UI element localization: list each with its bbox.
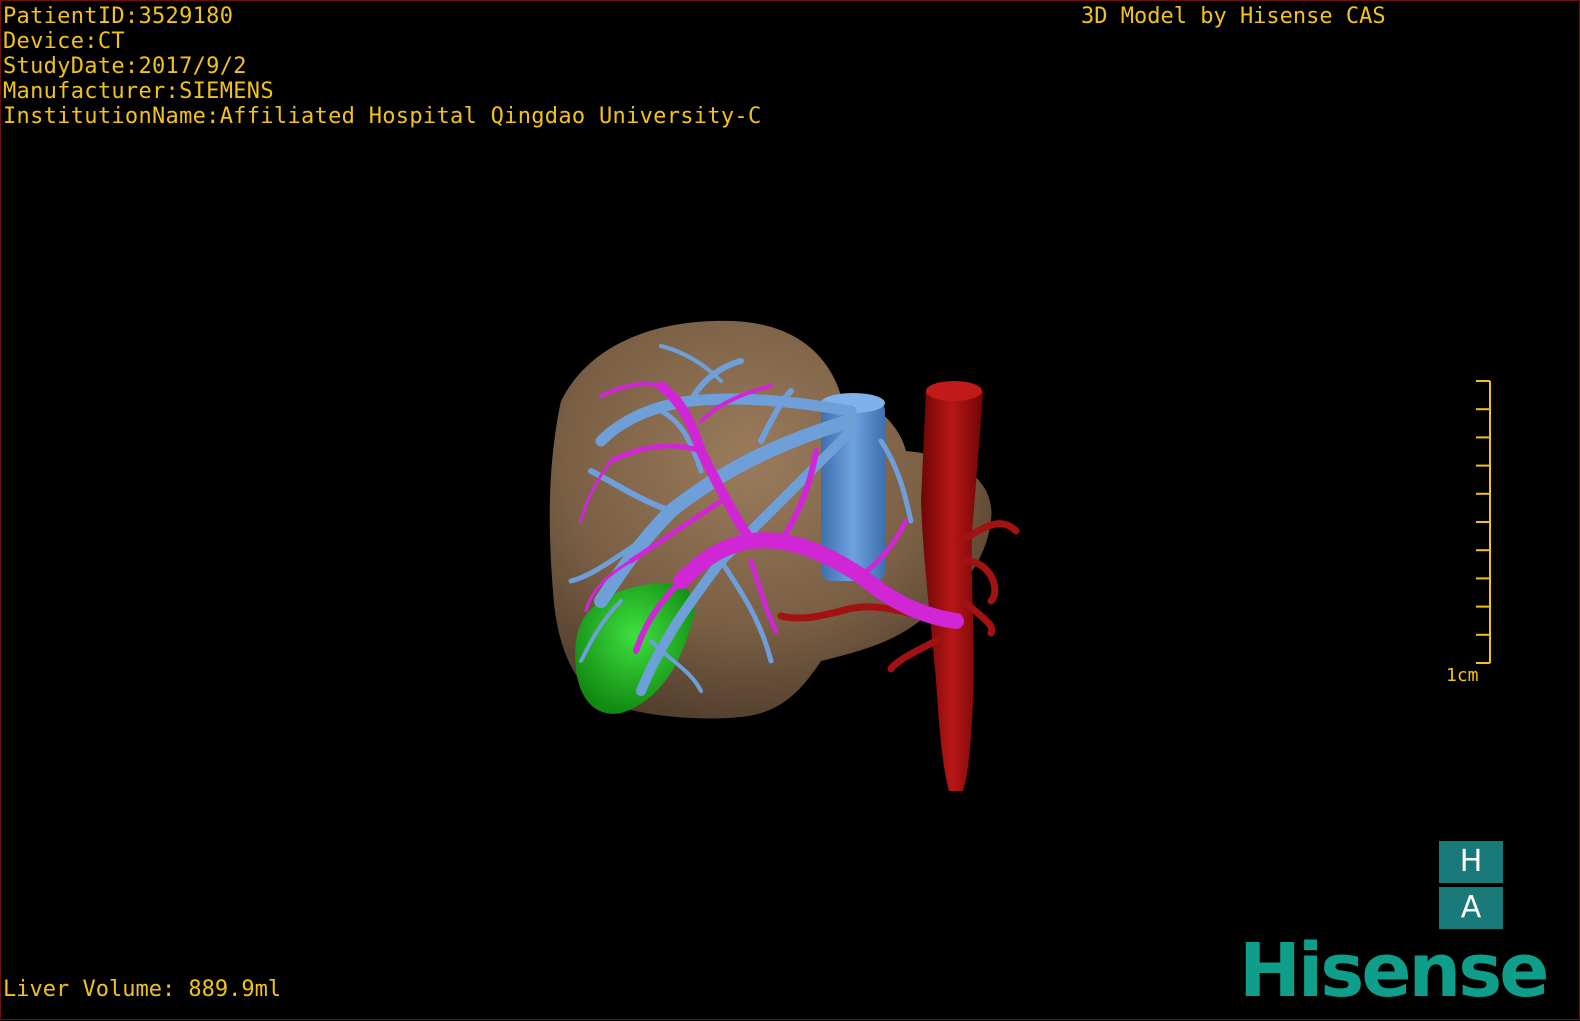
- hisense-logo: Hisense: [1239, 928, 1549, 1014]
- liver-volume: Liver Volume: 889.9ml: [3, 977, 282, 1002]
- orientation-marker-a: A: [1439, 887, 1503, 929]
- aorta: [921, 383, 983, 791]
- manufacturer: Manufacturer:SIEMENS: [3, 79, 274, 104]
- aorta-top: [926, 381, 982, 401]
- model-credit: 3D Model by Hisense CAS: [1081, 4, 1386, 29]
- 3d-viewport[interactable]: PatientID:3529180 Device:CT StudyDate:20…: [0, 0, 1580, 1020]
- scale-label: 1cm: [1446, 665, 1479, 686]
- orientation-marker-h: H: [1439, 841, 1503, 883]
- scale-bar: [1476, 380, 1491, 664]
- institution-name: InstitutionName:Affiliated Hospital Qing…: [3, 104, 762, 129]
- liver-3d-model[interactable]: [1, 1, 1580, 1021]
- device: Device:CT: [3, 29, 125, 54]
- study-date: StudyDate:2017/9/2: [3, 54, 247, 79]
- patient-id: PatientID:3529180: [3, 4, 234, 29]
